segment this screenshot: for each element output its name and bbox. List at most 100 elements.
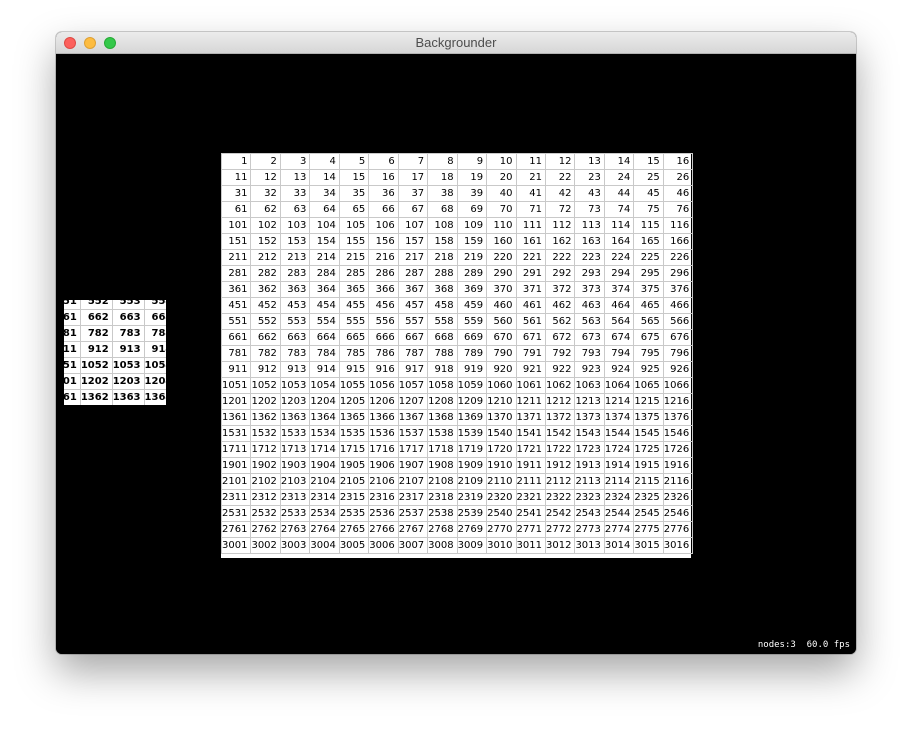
grid-row: 1361136213631364 xyxy=(64,389,166,405)
grid-cell: 2105 xyxy=(338,473,370,490)
grid-cell: 1531 xyxy=(220,425,252,442)
grid-cell: 221 xyxy=(515,249,546,266)
grid-cell: 1213 xyxy=(574,393,605,410)
grid-cell: 2319 xyxy=(456,489,488,506)
grid-cell: 786 xyxy=(368,345,399,362)
grid-cell: 7 xyxy=(397,153,429,170)
grid-cell: 1537 xyxy=(397,425,429,442)
grid-cell: 914 xyxy=(309,361,340,378)
grid-cell: 3003 xyxy=(279,537,311,554)
grid-cell: 2107 xyxy=(397,473,429,490)
grid-cell: 1059 xyxy=(456,377,488,394)
grid-row: 2101 2102 2103 2104 2105 2106 2107 2108 2109 2110… xyxy=(220,473,694,490)
grid-cell: 1365 xyxy=(338,409,370,426)
grid-cell: 223 xyxy=(574,249,605,266)
grid-cell: 3006 xyxy=(368,537,399,554)
grid-cell: 151 xyxy=(220,233,252,250)
grid-cell: 668 xyxy=(427,329,458,346)
grid-cell: 2104 xyxy=(309,473,340,490)
grid-cell: 366 xyxy=(368,281,399,298)
grid-cell: 1914 xyxy=(603,457,635,474)
grid-cell: 3009 xyxy=(456,537,488,554)
grid-cell: 671 xyxy=(515,329,546,346)
render-canvas[interactable]: 1 2 3 4 5 6 7 8 9 10 11 12 13 14 15 16 11 12 13 14 15 16 17 18 1… xyxy=(56,54,856,654)
app-window: Backgrounder 1 2 3 4 5 6 7 8 9 10 11 12 13 14 15 16 11 12… xyxy=(56,32,856,654)
grid-row: 61 62 63 64 65 66 67 68 69 70 71 72 73 74 75 76 xyxy=(220,201,694,218)
grid-cell: 2108 xyxy=(427,473,458,490)
grid-cell: 293 xyxy=(574,265,605,282)
grid-cell: 2106 xyxy=(368,473,399,490)
grid-cell: 165 xyxy=(633,233,664,250)
grid-cell: 111 xyxy=(515,217,546,234)
grid-cell: 26 xyxy=(662,169,694,186)
grid-cell: 2531 xyxy=(220,505,252,522)
grid-cell: 1723 xyxy=(574,441,605,458)
grid-cell: 796 xyxy=(662,345,694,362)
grid-cell: 2314 xyxy=(309,489,340,506)
grid-cell: 1911 xyxy=(515,457,546,474)
grid-cell: 1905 xyxy=(338,457,370,474)
grid-cell: 4 xyxy=(309,153,340,170)
grid-cell: 1722 xyxy=(544,441,576,458)
grid-cell: 1363 xyxy=(111,389,145,405)
status-readout: nodes:3 60.0 fps xyxy=(757,640,850,650)
grid-cell: 2764 xyxy=(309,521,340,538)
grid-cell: 2322 xyxy=(544,489,576,506)
grid-cell: 1726 xyxy=(662,441,694,458)
grid-cell: 16 xyxy=(368,169,399,186)
grid-cell: 664 xyxy=(143,309,166,326)
grid-cell: 1376 xyxy=(662,409,694,426)
grid-row: 3001 3002 3003 3004 3005 3006 3007 3008 3009 3010… xyxy=(220,537,694,554)
grid-cell: 2326 xyxy=(662,489,694,506)
grid-cell: 292 xyxy=(544,265,576,282)
grid-cell: 1209 xyxy=(456,393,488,410)
grid-cell: 2 xyxy=(250,153,281,170)
grid-cell: 1203 xyxy=(111,373,145,390)
grid-cell: 1051 xyxy=(220,377,252,394)
grid-cell: 2537 xyxy=(397,505,429,522)
grid-row: 551552553554 xyxy=(64,300,166,310)
grid-cell: 1370 xyxy=(486,409,517,426)
grid-cell: 225 xyxy=(633,249,664,266)
grid-cell: 159 xyxy=(456,233,488,250)
grid-cell: 33 xyxy=(279,185,311,202)
grid-cell: 1536 xyxy=(368,425,399,442)
grid-cell: 15 xyxy=(633,153,664,170)
grid-cell: 913 xyxy=(279,361,311,378)
grid-cell: 1066 xyxy=(662,377,694,394)
grid-cell: 781 xyxy=(220,345,252,362)
grid-cell: 12 xyxy=(250,169,281,186)
title-bar[interactable]: Backgrounder xyxy=(56,32,856,54)
grid-cell: 1374 xyxy=(603,409,635,426)
grid-cell: 10 xyxy=(486,153,517,170)
grid-cell: 215 xyxy=(338,249,370,266)
grid-cell: 1201 xyxy=(64,373,81,390)
grid-cell: 372 xyxy=(544,281,576,298)
grid-cell: 289 xyxy=(456,265,488,282)
grid-cell: 2113 xyxy=(574,473,605,490)
grid-cell: 670 xyxy=(486,329,517,346)
grid-cell: 552 xyxy=(79,300,113,310)
grid-cell: 783 xyxy=(279,345,311,362)
grid-cell: 288 xyxy=(427,265,458,282)
grid-cell: 109 xyxy=(456,217,488,234)
grid-cell: 924 xyxy=(603,361,635,378)
grid-cell: 286 xyxy=(368,265,399,282)
grid-cell: 3011 xyxy=(515,537,546,554)
grid-cell: 922 xyxy=(544,361,576,378)
grid-cell: 1202 xyxy=(79,373,113,390)
grid-cell: 2320 xyxy=(486,489,517,506)
grid-cell: 2316 xyxy=(368,489,399,506)
grid-cell: 46 xyxy=(662,185,694,202)
grid-cell: 14 xyxy=(603,153,635,170)
grid-cell: 153 xyxy=(279,233,311,250)
grid-cell: 451 xyxy=(220,297,252,314)
grid-cell: 1535 xyxy=(338,425,370,442)
grid-cell: 65 xyxy=(338,201,370,218)
grid-cell: 560 xyxy=(486,313,517,330)
grid-cell: 1361 xyxy=(220,409,252,426)
grid-cell: 2773 xyxy=(574,521,605,538)
grid-cell: 674 xyxy=(603,329,635,346)
grid-cell: 1538 xyxy=(427,425,458,442)
grid-cell: 110 xyxy=(486,217,517,234)
